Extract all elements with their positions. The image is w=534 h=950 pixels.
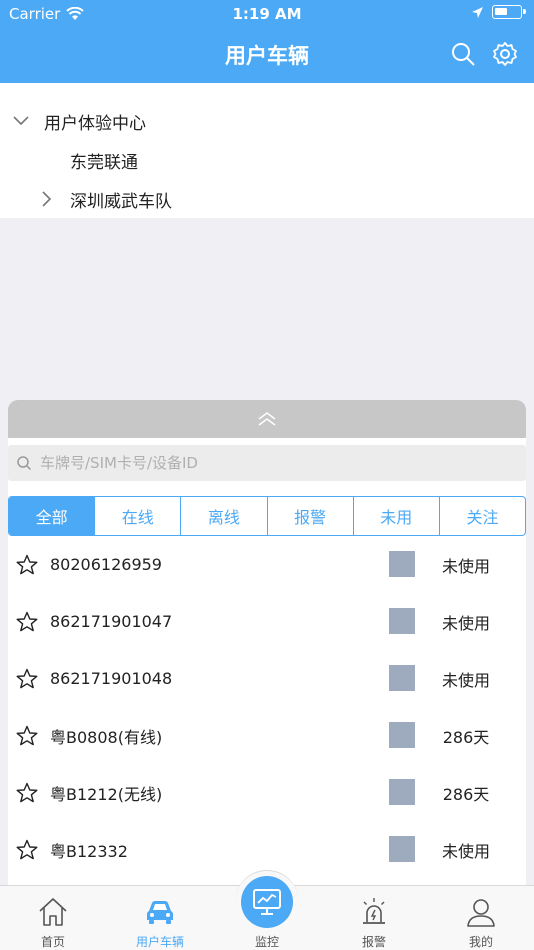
- list-item[interactable]: 80206126959 未使用: [8, 536, 526, 593]
- org-tree: 用户体验中心 东莞联通 深圳威武车队: [0, 83, 534, 218]
- location-arrow-icon: [472, 6, 483, 18]
- tree-node-label: 深圳威武车队: [70, 191, 172, 212]
- vehicle-status: 未使用: [441, 841, 490, 861]
- filter-tab-online[interactable]: 在线: [94, 497, 180, 535]
- gear-icon[interactable]: [492, 41, 518, 67]
- vehicle-status: 286天: [442, 727, 490, 747]
- tab-label: 首页: [40, 935, 65, 949]
- vehicle-status-indicator: [389, 836, 415, 862]
- vehicle-list: 80206126959 未使用 862171901047 未使用 8621719…: [8, 536, 526, 878]
- filter-tab-offline[interactable]: 离线: [180, 497, 266, 535]
- vehicle-name: 粤B12332: [50, 841, 128, 861]
- top-bar: Carrier 1:19 AM 用户车辆: [0, 0, 534, 83]
- tree-node-child-collapsed[interactable]: 深圳威武车队: [38, 180, 172, 218]
- vehicle-name: 粤B0808(有线): [50, 727, 163, 747]
- person-icon: [467, 899, 495, 927]
- vehicle-status: 未使用: [441, 670, 490, 690]
- tree-node-root[interactable]: 用户体验中心: [12, 102, 146, 140]
- vehicle-name: 80206126959: [50, 555, 162, 574]
- filter-tab-favorite[interactable]: 关注: [438, 497, 525, 535]
- vehicle-status: 286天: [442, 784, 490, 804]
- monitor-icon: [253, 889, 281, 915]
- tree-node-child[interactable]: 东莞联通: [70, 141, 138, 179]
- home-icon: [39, 898, 67, 926]
- battery-icon: [492, 5, 526, 19]
- vehicle-status-indicator: [389, 779, 415, 805]
- search-icon[interactable]: [450, 41, 476, 67]
- vehicle-status: 未使用: [441, 556, 490, 576]
- status-time: 1:19 AM: [232, 5, 302, 23]
- monitor-button[interactable]: [241, 876, 293, 928]
- search-icon: [17, 456, 32, 471]
- list-item[interactable]: 粤B0808(有线) 286天: [8, 707, 526, 764]
- filter-tab-alarm[interactable]: 报警: [266, 497, 353, 535]
- tab-label: 用户车辆: [135, 935, 184, 949]
- star-icon[interactable]: [16, 554, 38, 576]
- vehicle-status-indicator: [389, 665, 415, 691]
- vehicle-name: 粤B1212(无线): [50, 784, 163, 804]
- alarm-icon: [363, 898, 385, 924]
- filter-tab-unused[interactable]: 未用: [352, 497, 439, 535]
- chevron-right-icon: [42, 191, 52, 207]
- filter-segmented-control: 全部 在线 离线 报警 未用 关注: [8, 496, 526, 536]
- car-icon: [147, 901, 173, 924]
- tab-user-vehicles[interactable]: 用户车辆: [107, 886, 213, 950]
- tab-home[interactable]: 首页: [0, 886, 106, 950]
- double-chevron-up-icon: [258, 412, 276, 426]
- search-bar: [8, 445, 526, 481]
- star-icon[interactable]: [16, 725, 38, 747]
- chevron-down-icon: [13, 116, 29, 126]
- tree-node-label: 东莞联通: [70, 152, 138, 173]
- list-item[interactable]: 862171901048 未使用: [8, 650, 526, 707]
- star-icon[interactable]: [16, 611, 38, 633]
- tab-label: 监控: [254, 935, 279, 949]
- search-input[interactable]: [40, 454, 480, 472]
- vehicle-status-indicator: [389, 551, 415, 577]
- status-bar: Carrier 1:19 AM: [0, 0, 534, 28]
- vehicle-status-indicator: [389, 608, 415, 634]
- filter-tab-all[interactable]: 全部: [9, 497, 95, 535]
- list-item[interactable]: 862171901047 未使用: [8, 593, 526, 650]
- tab-mine[interactable]: 我的: [428, 886, 534, 950]
- tab-label: 报警: [361, 935, 386, 949]
- star-icon[interactable]: [16, 668, 38, 690]
- list-item[interactable]: 粤B1212(无线) 286天: [8, 764, 526, 821]
- vehicle-name: 862171901047: [50, 612, 173, 631]
- tab-label: 我的: [468, 935, 493, 949]
- vehicle-name: 862171901048: [50, 669, 173, 688]
- vehicle-status-indicator: [389, 722, 415, 748]
- tab-alarm[interactable]: 报警: [321, 886, 427, 950]
- tree-node-label: 用户体验中心: [44, 113, 146, 134]
- sheet-handle[interactable]: [8, 400, 526, 438]
- vehicle-sheet: 全部 在线 离线 报警 未用 关注 80206126959 未使用 862171…: [8, 400, 526, 885]
- star-icon[interactable]: [16, 839, 38, 861]
- vehicle-status: 未使用: [441, 613, 490, 633]
- star-icon[interactable]: [16, 782, 38, 804]
